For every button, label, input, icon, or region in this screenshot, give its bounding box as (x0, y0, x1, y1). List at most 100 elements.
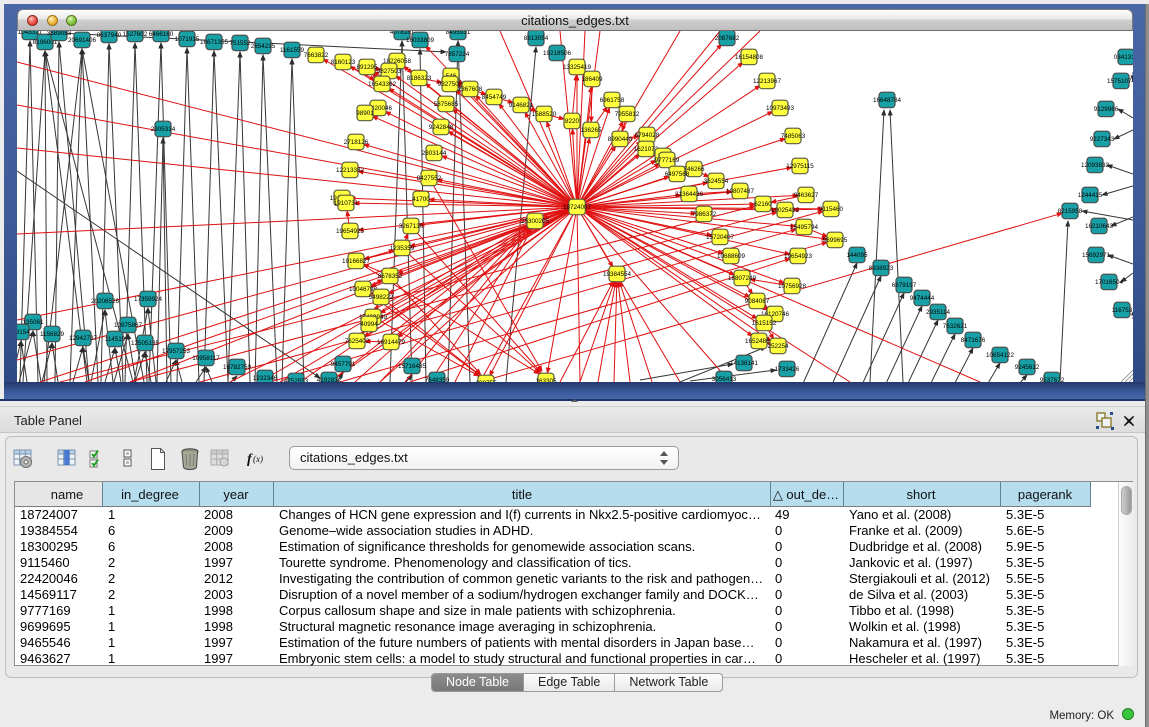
svg-text:2718126: 2718126 (344, 139, 369, 146)
svg-text:2935114: 2935114 (926, 309, 951, 316)
svg-text:3267130: 3267130 (399, 223, 424, 230)
svg-text:16210643: 16210643 (1085, 223, 1114, 230)
svg-text:15716485: 15716485 (398, 363, 427, 370)
svg-text:9777169: 9777169 (655, 157, 680, 164)
svg-text:9827503: 9827503 (377, 68, 402, 75)
svg-text:7986372: 7986372 (692, 211, 717, 218)
svg-text:19166827: 19166827 (342, 258, 371, 265)
svg-text:15495794: 15495794 (790, 224, 819, 231)
svg-text:18724007: 18724007 (563, 204, 592, 211)
svg-text:8160123: 8160123 (331, 59, 356, 66)
svg-text:62160: 62160 (754, 201, 772, 208)
svg-text:10756928: 10756928 (778, 283, 807, 290)
svg-text:98901: 98901 (356, 110, 374, 117)
svg-text:17957253: 17957253 (162, 348, 191, 355)
svg-text:12213382: 12213382 (336, 167, 365, 174)
svg-text:12942737: 12942737 (69, 335, 98, 342)
svg-text:8220: 8220 (565, 118, 580, 125)
svg-text:1071915: 1071915 (175, 36, 200, 43)
svg-text:136265: 136265 (580, 127, 602, 134)
svg-text:16782759: 16782759 (223, 364, 252, 371)
svg-text:4078161: 4078161 (390, 31, 415, 36)
svg-text:9084067: 9084067 (745, 298, 770, 305)
svg-text:9457791: 9457791 (331, 361, 356, 368)
svg-text:12505135: 12505135 (131, 340, 160, 347)
svg-text:0341316: 0341316 (1114, 54, 1133, 61)
svg-text:2654235: 2654235 (251, 43, 276, 50)
svg-text:7663822: 7663822 (304, 52, 329, 59)
svg-text:18807249: 18807249 (728, 275, 757, 282)
svg-text:19654923: 19654923 (784, 253, 813, 260)
svg-text:8454749: 8454749 (482, 94, 507, 101)
svg-text:1161559: 1161559 (280, 47, 305, 54)
svg-text:7955812: 7955812 (615, 111, 640, 118)
svg-text:10973493: 10973493 (766, 105, 795, 112)
svg-text:1615152: 1615152 (752, 320, 777, 327)
svg-text:8678352: 8678352 (378, 273, 403, 280)
svg-text:15720407: 15720407 (706, 234, 735, 241)
svg-text:10654122: 10654122 (986, 352, 1015, 359)
svg-text:1156829: 1156829 (40, 331, 65, 338)
svg-text:17016504: 17016504 (1095, 279, 1124, 286)
svg-text:9242848: 9242848 (429, 124, 454, 131)
svg-text:8215958: 8215958 (1058, 208, 1083, 215)
svg-text:14136141: 14136141 (730, 360, 759, 367)
svg-text:16648784: 16648784 (873, 97, 902, 104)
svg-text:114519: 114519 (105, 336, 126, 343)
svg-text:6497568: 6497568 (665, 171, 690, 178)
svg-text:12093832: 12093832 (1081, 162, 1110, 169)
svg-text:9129966: 9129966 (1094, 106, 1119, 113)
svg-text:2803144: 2803144 (422, 150, 447, 157)
svg-text:8186323: 8186323 (407, 75, 432, 82)
svg-text:1910731: 1910731 (334, 200, 359, 207)
svg-text:1235359: 1235359 (390, 245, 415, 252)
svg-text:1588520: 1588520 (532, 111, 557, 118)
svg-text:19218506: 19218506 (543, 50, 572, 57)
svg-text:10958117: 10958117 (192, 355, 220, 362)
svg-text:13325419: 13325419 (563, 64, 592, 71)
svg-text:751552: 751552 (229, 40, 251, 47)
svg-text:(x): (x) (253, 454, 263, 464)
svg-text:8637940: 8637940 (97, 32, 122, 39)
svg-text:9115460: 9115460 (819, 206, 844, 213)
svg-text:16033809: 16033809 (406, 37, 435, 44)
svg-text:5875685: 5875685 (434, 101, 459, 108)
svg-text:10807487: 10807487 (726, 188, 755, 195)
svg-text:10975867: 10975867 (114, 322, 143, 329)
svg-text:25300205: 25300205 (521, 218, 550, 225)
svg-text:8813054: 8813054 (524, 35, 549, 42)
svg-text:891295: 891295 (356, 64, 378, 71)
svg-text:6466160: 6466160 (149, 31, 174, 38)
svg-text:1244415: 1244415 (1078, 192, 1103, 199)
svg-text:9227343: 9227343 (1090, 136, 1115, 143)
svg-text:9474444: 9474444 (910, 295, 935, 302)
svg-text:9245612: 9245612 (1015, 364, 1040, 371)
svg-text:12975115: 12975115 (786, 163, 814, 170)
svg-text:15751074: 15751074 (1107, 78, 1133, 85)
svg-text:7857224: 7857224 (445, 51, 470, 58)
svg-text:1232346: 1232346 (253, 375, 278, 382)
svg-text:40994: 40994 (360, 321, 378, 328)
svg-text:9146821: 9146821 (509, 102, 534, 109)
svg-text:10025433: 10025433 (771, 207, 800, 214)
svg-text:6794028: 6794028 (635, 132, 660, 139)
svg-text:9699695: 9699695 (823, 237, 848, 244)
svg-text:8938923: 8938923 (869, 265, 894, 272)
svg-text:8427552: 8427552 (417, 175, 442, 182)
svg-text:16154808: 16154808 (735, 54, 764, 61)
svg-text:2367608: 2367608 (458, 86, 483, 93)
svg-text:12213967: 12213967 (753, 78, 782, 85)
svg-text:15692971: 15692971 (1082, 252, 1111, 259)
svg-text:8471676: 8471676 (961, 337, 986, 344)
svg-text:6879197: 6879197 (892, 282, 917, 289)
svg-text:9463627: 9463627 (794, 192, 819, 199)
svg-text:16914479: 16914479 (377, 339, 406, 346)
svg-text:19384554: 19384554 (603, 271, 632, 278)
svg-text:6961758: 6961758 (600, 97, 625, 104)
svg-text:1527602: 1527602 (123, 31, 148, 38)
svg-text:116753: 116753 (1112, 307, 1133, 314)
svg-text:144095: 144095 (846, 252, 868, 259)
svg-text:7625402: 7625402 (345, 338, 370, 345)
svg-text:16543362: 16543362 (368, 81, 397, 88)
svg-text:41700: 41700 (412, 196, 430, 203)
